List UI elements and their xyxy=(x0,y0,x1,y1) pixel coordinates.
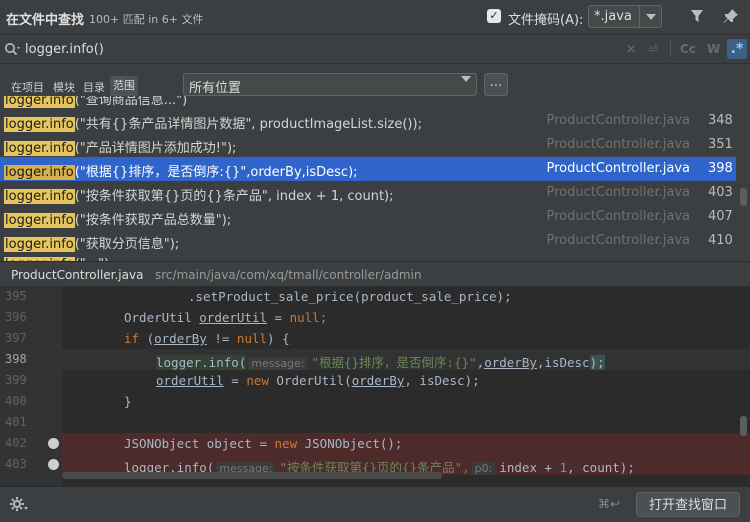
code-text: } xyxy=(124,394,132,409)
code-text: .setProduct_sale_price(product_sale_pric… xyxy=(188,289,512,304)
chevron-down-icon[interactable] xyxy=(639,6,661,27)
list-item[interactable]: logger.info("按条件获取第{}页的{}条产品", index + 1… xyxy=(0,181,736,205)
shortcut-hint: ⌘↩ xyxy=(598,497,621,511)
clear-icon[interactable]: ✕ xyxy=(626,42,636,56)
open-find-window-button[interactable]: 打开查找窗口 xyxy=(636,492,740,517)
result-line: 407 xyxy=(708,209,733,224)
result-file: ProductController.java xyxy=(546,185,690,200)
list-item[interactable]: logger.info("获取分页信息"); ProductController… xyxy=(0,229,736,253)
code-line: 397 if (orderBy != null) { xyxy=(0,328,750,349)
file-mask-checkbox[interactable]: ✓ xyxy=(487,9,501,23)
file-mask-label: 文件掩码(A): xyxy=(508,13,584,28)
bottom-bar: ⌘↩ 打开查找窗口 xyxy=(0,486,750,522)
file-mask-value: *.java xyxy=(594,9,632,24)
code-line: 395 .setProduct_sale_price(product_sale_… xyxy=(0,286,750,307)
result-text: ("按条件获取产品总数量"); xyxy=(74,213,232,228)
list-item-selected[interactable]: logger.info("根据{}排序，是否倒序:{}",orderBy,isD… xyxy=(0,157,736,181)
tab-module[interactable]: 模块 xyxy=(53,79,75,95)
line-number: 395 xyxy=(5,289,27,303)
line-number: 400 xyxy=(5,394,27,408)
list-item[interactable]: logger.info("...") xyxy=(0,253,736,261)
regex-toggle[interactable]: .* xyxy=(727,39,747,59)
code-text: OrderUtil orderUtil = null; xyxy=(124,310,328,325)
result-file: ProductController.java xyxy=(546,113,690,128)
tab-directory[interactable]: 目录 xyxy=(83,79,105,95)
title-bar: 在文件中查找 100+ 匹配 in 6+ 文件 ✓ 文件掩码(A): *.jav… xyxy=(0,0,750,34)
location-select[interactable]: 所有位置 xyxy=(183,73,477,97)
gear-icon[interactable] xyxy=(10,496,28,516)
pin-icon[interactable] xyxy=(723,8,739,28)
tab-scope[interactable]: 范围 xyxy=(110,76,138,96)
preview-file-path: src/main/java/com/xq/tmall/controller/ad… xyxy=(155,268,422,282)
result-file: ProductController.java xyxy=(546,161,690,176)
match-highlight: logger.info xyxy=(4,237,75,252)
result-text: ("获取分页信息"); xyxy=(74,237,180,252)
line-number: 399 xyxy=(5,373,27,387)
line-number: 398 xyxy=(5,352,27,366)
more-button[interactable]: ... xyxy=(484,73,508,96)
result-line: 403 xyxy=(708,185,733,200)
search-icon[interactable] xyxy=(4,42,20,60)
match-highlight: logger.info xyxy=(4,117,75,132)
result-text: ("按条件获取第{}页的{}条产品", index + 1, count); xyxy=(74,189,394,204)
tab-project[interactable]: 在项目 xyxy=(11,79,44,95)
match-highlight: logger.info xyxy=(4,189,75,204)
result-line: 351 xyxy=(708,137,733,152)
result-text: ("产品详情图片添加成功!"); xyxy=(74,141,237,156)
search-bar: logger.info() ✕ ⏎ Cc W .* xyxy=(0,34,750,64)
code-line: 396 OrderUtil orderUtil = null; xyxy=(0,307,750,328)
result-line: 410 xyxy=(708,233,733,248)
results-scrollbar[interactable] xyxy=(740,188,747,206)
code-text: if (orderBy != null) { xyxy=(124,331,290,346)
result-text: ("共有{}条产品详情图片数据", productImageList.size(… xyxy=(74,117,422,132)
results-list: logger.info("查询商品信息...") logger.info("共有… xyxy=(0,96,750,261)
search-input[interactable]: logger.info() xyxy=(25,42,104,57)
code-line: 400 } xyxy=(0,391,750,412)
list-item[interactable]: logger.info("产品详情图片添加成功!"); ProductContr… xyxy=(0,133,736,157)
code-line-breakpoint: 402 JSONObject object = new JSONObject()… xyxy=(0,433,750,454)
match-highlight: logger.info xyxy=(4,213,75,228)
result-file: ProductController.java xyxy=(546,137,690,152)
divider xyxy=(670,41,671,57)
chevron-down-icon xyxy=(461,76,471,97)
line-number: 402 xyxy=(5,436,27,450)
result-line: 398 xyxy=(708,161,733,176)
file-mask-select[interactable]: *.java xyxy=(588,5,662,28)
new-line-icon[interactable]: ⏎ xyxy=(648,42,658,56)
code-vertical-scrollbar[interactable] xyxy=(740,416,747,436)
line-number: 403 xyxy=(5,457,27,471)
whole-words-toggle[interactable]: W xyxy=(707,42,720,56)
result-file: ProductController.java xyxy=(546,209,690,224)
preview-header: ProductController.java src/main/java/com… xyxy=(0,261,750,286)
code-line-current: 398 logger.info(message: "根据{}排序，是否倒序:{}"… xyxy=(0,349,750,370)
code-line: 399 orderUtil = new OrderUtil(orderBy, i… xyxy=(0,370,750,391)
line-number: 401 xyxy=(5,415,27,429)
code-line: 401 xyxy=(0,412,750,433)
code-text: orderUtil = new OrderUtil(orderBy, isDes… xyxy=(156,373,480,388)
breakpoint-icon[interactable] xyxy=(48,459,59,470)
result-line: 348 xyxy=(708,113,733,128)
match-case-toggle[interactable]: Cc xyxy=(680,42,696,56)
line-number: 397 xyxy=(5,331,27,345)
list-item[interactable]: logger.info("共有{}条产品详情图片数据", productImag… xyxy=(0,109,736,133)
filter-icon[interactable] xyxy=(690,9,704,27)
preview-file-name: ProductController.java xyxy=(11,268,144,282)
match-count: 100+ 匹配 in 6+ 文件 xyxy=(89,13,204,26)
match-highlight: logger.info xyxy=(4,141,75,156)
list-item[interactable]: logger.info("查询商品信息...") xyxy=(0,96,736,109)
code-preview[interactable]: 395 .setProduct_sale_price(product_sale_… xyxy=(0,286,750,486)
result-text: ("根据{}排序，是否倒序:{}",orderBy,isDesc); xyxy=(74,165,358,180)
location-value: 所有位置 xyxy=(189,81,242,96)
dialog-title: 在文件中查找 xyxy=(6,13,85,28)
match-highlight: logger.info xyxy=(4,165,75,180)
code-horizontal-scrollbar[interactable] xyxy=(62,472,442,479)
line-number: 396 xyxy=(5,310,27,324)
list-item[interactable]: logger.info("按条件获取产品总数量"); ProductContro… xyxy=(0,205,736,229)
code-text: logger.info(message: "根据{}排序，是否倒序:{}",ord… xyxy=(156,355,605,370)
breakpoint-icon[interactable] xyxy=(48,438,59,449)
result-file: ProductController.java xyxy=(546,233,690,248)
code-text: JSONObject object = new JSONObject(); xyxy=(124,436,403,451)
